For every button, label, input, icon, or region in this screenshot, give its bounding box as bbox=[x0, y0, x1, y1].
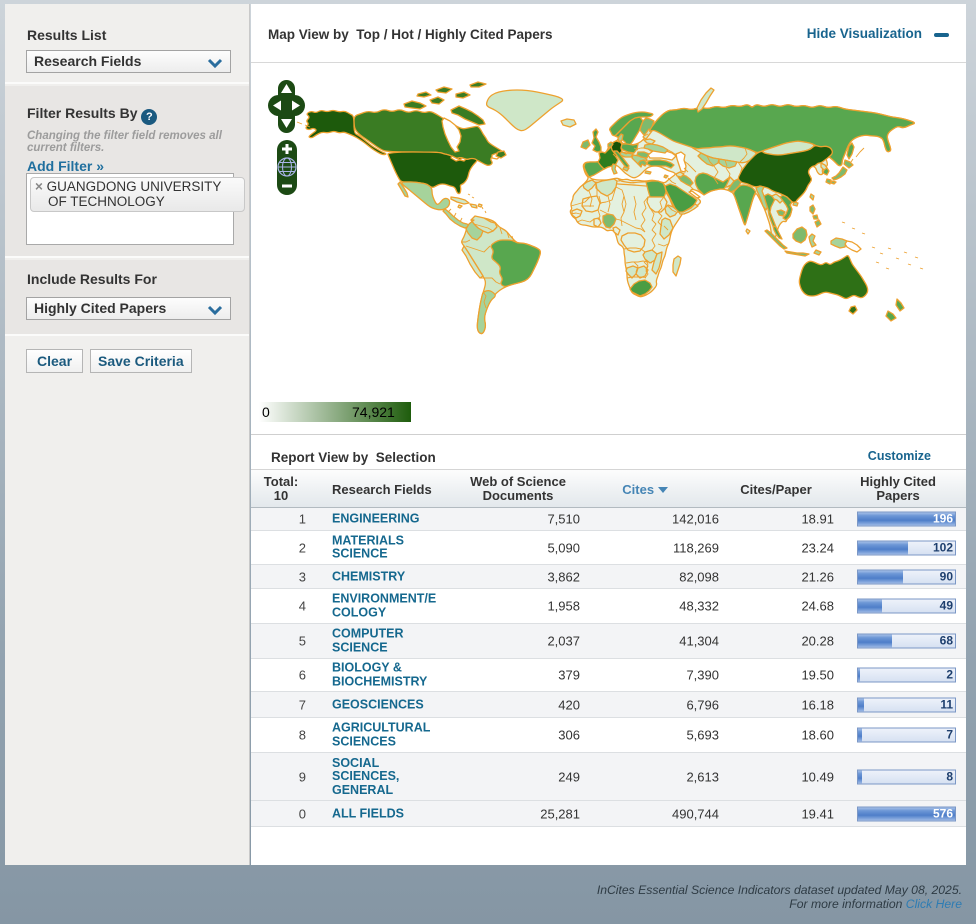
svg-text:0: 0 bbox=[262, 404, 270, 420]
svg-text:74,921: 74,921 bbox=[352, 404, 395, 420]
